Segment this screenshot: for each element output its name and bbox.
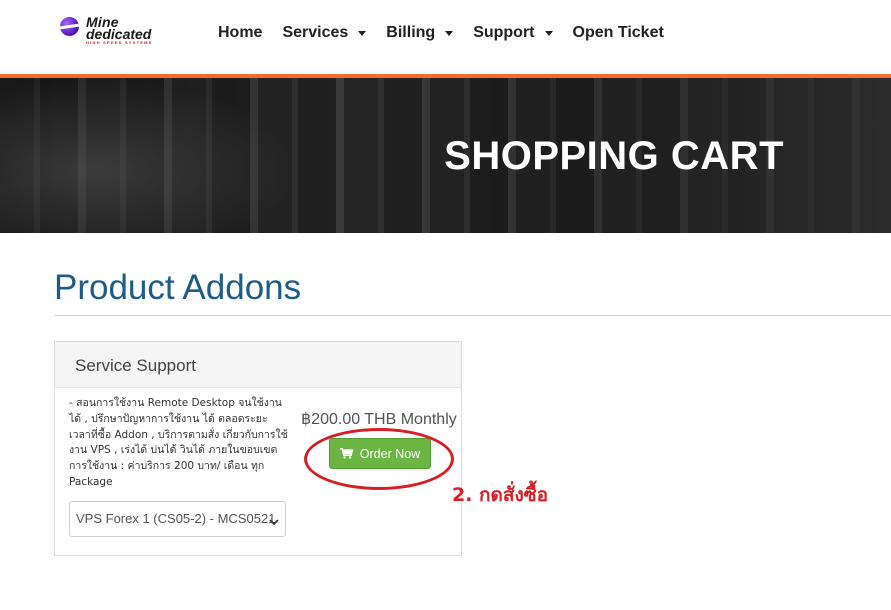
chevron-down-icon bbox=[269, 514, 279, 529]
addon-title: Service Support bbox=[55, 342, 461, 388]
nav-item-home[interactable]: Home bbox=[218, 22, 262, 44]
nav-item-label: Services bbox=[282, 24, 349, 41]
nav-item-label: Billing bbox=[386, 24, 436, 41]
page-title: Product Addons bbox=[54, 268, 302, 307]
nav-item-services[interactable]: Services bbox=[282, 22, 367, 44]
caret-down-icon bbox=[445, 30, 454, 36]
title-divider bbox=[54, 315, 891, 316]
highlight-ellipse bbox=[304, 428, 454, 490]
logo-globe-icon bbox=[60, 17, 79, 36]
banner-title: SHOPPING CART bbox=[444, 134, 784, 178]
nav-item-billing[interactable]: Billing bbox=[386, 22, 454, 44]
nav-item-support[interactable]: Support bbox=[473, 22, 553, 44]
nav-item-open-ticket[interactable]: Open Ticket bbox=[573, 22, 664, 44]
caret-down-icon bbox=[544, 30, 553, 36]
nav-item-label: Home bbox=[218, 24, 263, 41]
nav-item-label: Support bbox=[473, 24, 535, 41]
brand-logo[interactable]: Mine dedicated HIGH SPEED SYSTEMS bbox=[60, 14, 185, 46]
nav-item-label: Open Ticket bbox=[572, 24, 664, 41]
logo-tagline: HIGH SPEED SYSTEMS bbox=[86, 40, 153, 45]
service-select[interactable]: VPS Forex 1 (CS05-2) - MCS0521 bbox=[69, 501, 286, 537]
main-nav: Home Services Billing Support Open Ticke… bbox=[218, 22, 684, 44]
addon-price: ฿200.00 THB Monthly bbox=[301, 411, 457, 428]
service-select-value: VPS Forex 1 (CS05-2) - MCS0521 bbox=[76, 511, 276, 526]
hero-banner: SHOPPING CART bbox=[0, 78, 891, 233]
top-navbar: Mine dedicated HIGH SPEED SYSTEMS Home S… bbox=[0, 0, 891, 74]
caret-down-icon bbox=[358, 30, 367, 36]
annotation-note: 2. กดสั่งซื้อ bbox=[452, 484, 549, 506]
addon-description: - สอนการใช้งาน Remote Desktop จนใช้งานได… bbox=[69, 397, 288, 488]
